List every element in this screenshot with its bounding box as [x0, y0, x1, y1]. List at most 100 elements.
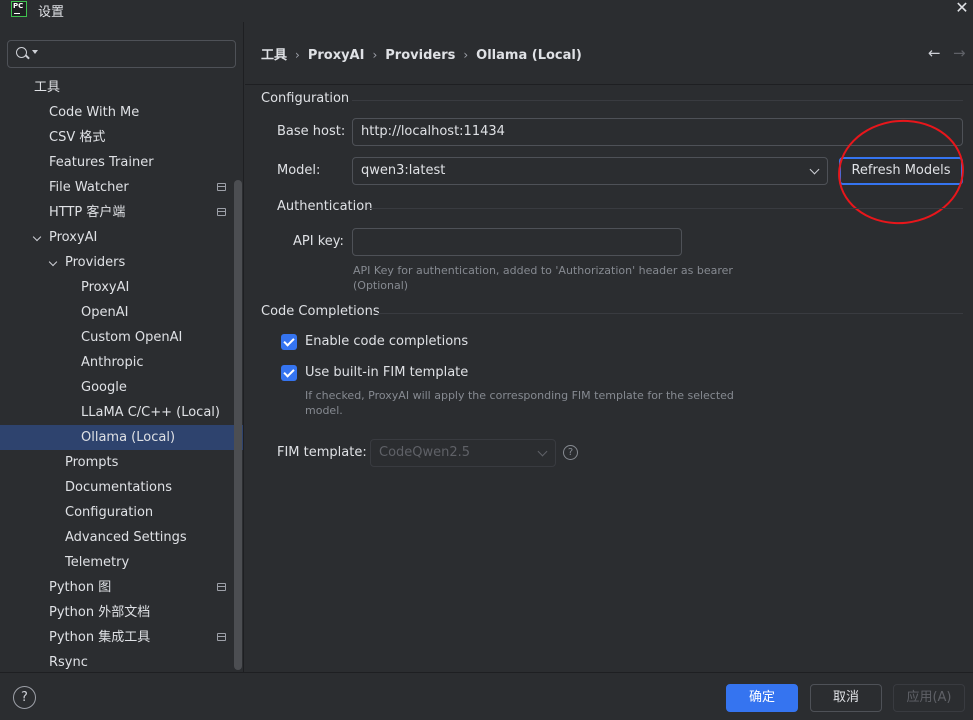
tree-item-file-watcher[interactable]: File Watcher	[0, 175, 243, 200]
code-completions-section-title: Code Completions	[261, 304, 380, 319]
tree-item-providers[interactable]: Providers	[0, 250, 243, 275]
tree-item-provider-llama[interactable]: LLaMA C/C++ (Local)	[0, 400, 243, 425]
tree-item-prompts[interactable]: Prompts	[0, 450, 243, 475]
tree-item-label: Anthropic	[81, 355, 144, 370]
breadcrumb: 工具 › ProxyAI › Providers › Ollama (Local)	[261, 44, 582, 63]
project-level-icon	[217, 583, 226, 591]
breadcrumb-separator-icon: ›	[372, 48, 378, 62]
tree-item-label: 工具	[34, 80, 61, 95]
hint-line: model.	[305, 404, 343, 417]
section-divider	[367, 208, 963, 209]
tree-item-advanced-settings[interactable]: Advanced Settings	[0, 525, 243, 550]
tree-item-provider-ollama[interactable]: Ollama (Local)	[0, 425, 243, 450]
project-level-icon	[217, 183, 226, 191]
tree-item-label: Python 外部文档	[49, 605, 151, 620]
hint-line: If checked, ProxyAI will apply the corre…	[305, 389, 734, 402]
tree-item-label: ProxyAI	[81, 280, 130, 295]
dialog-footer: ? 确定 取消 应用(A)	[0, 672, 973, 720]
project-level-icon	[217, 633, 226, 641]
settings-search-input[interactable]	[7, 40, 236, 68]
forward-arrow-icon[interactable]: →	[953, 44, 966, 62]
chevron-down-icon	[809, 164, 820, 175]
help-icon[interactable]: ?	[563, 445, 578, 460]
tree-item-configuration[interactable]: Configuration	[0, 500, 243, 525]
tree-item-label: HTTP 客户端	[49, 205, 126, 220]
enable-code-completions-label[interactable]: Enable code completions	[305, 334, 468, 349]
breadcrumb-separator-icon: ›	[295, 48, 300, 62]
cancel-button[interactable]: 取消	[810, 684, 882, 712]
fim-template-select[interactable]: CodeQwen2.5	[370, 439, 556, 467]
tree-item-python-diagrams[interactable]: Python 图	[0, 575, 243, 600]
help-icon[interactable]: ?	[13, 686, 36, 709]
tree-item-label: File Watcher	[49, 180, 129, 195]
window-title: 设置	[38, 5, 65, 20]
tree-item-proxyai[interactable]: ProxyAI	[0, 225, 243, 250]
tree-item-provider-custom-openai[interactable]: Custom OpenAI	[0, 325, 243, 350]
project-level-icon	[217, 208, 226, 216]
ok-button[interactable]: 确定	[726, 684, 798, 712]
tree-item-label: Telemetry	[65, 555, 130, 570]
chevron-down-icon[interactable]	[32, 232, 42, 242]
authentication-section-title: Authentication	[277, 199, 373, 214]
tree-item-documentations[interactable]: Documentations	[0, 475, 243, 500]
sidebar-scrollbar[interactable]	[234, 180, 242, 670]
enable-code-completions-checkbox[interactable]	[281, 334, 297, 350]
use-builtin-fim-checkbox[interactable]	[281, 365, 297, 381]
pycharm-logo-icon: PC	[11, 1, 27, 17]
tree-item-label: Configuration	[65, 505, 154, 520]
tree-item-provider-anthropic[interactable]: Anthropic	[0, 350, 243, 375]
api-key-label: API key:	[293, 234, 344, 249]
tree-item-label: OpenAI	[81, 305, 129, 320]
tree-item-label: Python 集成工具	[49, 630, 151, 645]
tree-item-features-trainer[interactable]: Features Trainer	[0, 150, 243, 175]
tree-item-label: Google	[81, 380, 127, 395]
chevron-down-icon[interactable]	[48, 257, 58, 267]
tree-item-provider-google[interactable]: Google	[0, 375, 243, 400]
search-options-chevron-icon[interactable]	[32, 50, 38, 54]
section-divider	[375, 313, 963, 314]
fim-template-value: CodeQwen2.5	[379, 445, 471, 460]
tree-item-telemetry[interactable]: Telemetry	[0, 550, 243, 575]
breadcrumb-separator-icon: ›	[463, 48, 469, 62]
fim-template-label: FIM template:	[277, 445, 367, 460]
use-builtin-fim-label[interactable]: Use built-in FIM template	[305, 365, 468, 380]
tree-item-python-external-docs[interactable]: Python 外部文档	[0, 600, 243, 625]
apply-button[interactable]: 应用(A)	[893, 684, 965, 712]
tree-item-http-client[interactable]: HTTP 客户端	[0, 200, 243, 225]
tree-item-code-with-me[interactable]: Code With Me	[0, 100, 243, 125]
tree-item-label: Code With Me	[49, 105, 140, 120]
hint-line: (Optional)	[353, 279, 409, 292]
tree-item-label: Providers	[65, 255, 126, 270]
api-key-input[interactable]	[352, 228, 682, 256]
chevron-down-icon	[537, 446, 548, 457]
tree-item-python-integrated-tools[interactable]: Python 集成工具	[0, 625, 243, 650]
model-label: Model:	[277, 163, 321, 178]
breadcrumb-item: Ollama (Local)	[476, 48, 582, 63]
back-arrow-icon[interactable]: ←	[928, 44, 941, 62]
section-divider	[352, 100, 963, 101]
tree-item-provider-proxyai[interactable]: ProxyAI	[0, 275, 243, 300]
header-divider	[245, 84, 973, 85]
api-key-hint: API Key for authentication, added to 'Au…	[353, 263, 753, 293]
hint-line: API Key for authentication, added to 'Au…	[353, 264, 733, 277]
breadcrumb-item[interactable]: ProxyAI	[308, 48, 365, 63]
tree-item-label: LLaMA C/C++ (Local)	[81, 405, 220, 420]
breadcrumb-item[interactable]: 工具	[261, 48, 287, 63]
tree-item-rsync[interactable]: Rsync	[0, 650, 243, 672]
breadcrumb-item[interactable]: Providers	[385, 48, 455, 63]
tree-item-provider-openai[interactable]: OpenAI	[0, 300, 243, 325]
settings-tree: 工具 Code With Me CSV 格式 Features Trainer …	[0, 75, 243, 672]
model-select[interactable]: qwen3:latest	[352, 157, 828, 185]
tree-item-label: Features Trainer	[49, 155, 154, 170]
close-window-icon[interactable]: ✕	[953, 0, 971, 17]
tree-item-label: Rsync	[49, 655, 88, 670]
tree-item-tools[interactable]: 工具	[0, 75, 243, 100]
settings-sidebar: 工具 Code With Me CSV 格式 Features Trainer …	[0, 22, 244, 672]
tree-item-label: Python 图	[49, 580, 112, 595]
settings-content: 工具 › ProxyAI › Providers › Ollama (Local) ← → …	[245, 22, 973, 672]
tree-item-label: Custom OpenAI	[81, 330, 183, 345]
tree-item-label: Advanced Settings	[65, 530, 187, 545]
tree-item-label: Ollama (Local)	[81, 430, 176, 445]
configuration-section-title: Configuration	[261, 91, 350, 106]
tree-item-csv-format[interactable]: CSV 格式	[0, 125, 243, 150]
